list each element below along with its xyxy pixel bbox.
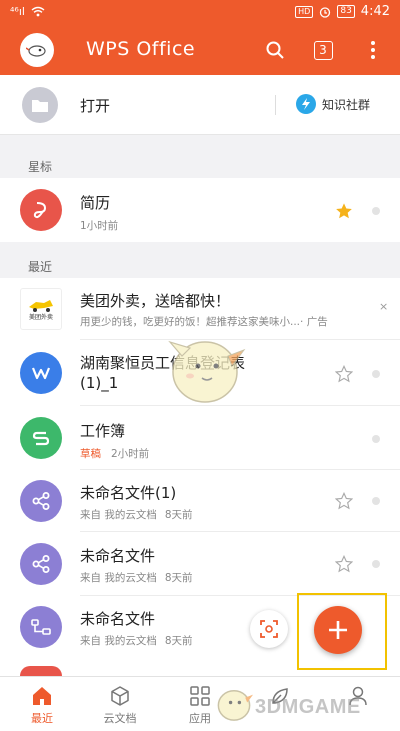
battery-indicator: 83 [337,5,355,18]
star-filled-icon[interactable] [335,202,353,220]
community-label: 知识社群 [322,97,371,112]
ad-logo: 美团外卖 [20,288,62,330]
tabs-button[interactable]: 3 [310,37,336,63]
ad-title: 美团外卖，送啥都快！ [80,292,231,310]
file-name: 未命名文件(1) [80,484,177,502]
file-source: 来自 我的云文档 [80,509,157,521]
share-icon [32,492,50,510]
file-time: 8天前 [164,635,193,647]
file-icon [20,606,62,648]
more-dot[interactable] [372,207,380,215]
open-folder-button[interactable] [22,87,58,123]
grid-icon [190,686,210,706]
file-time: 2小时前 [111,448,150,460]
app-bar: WPS Office 3 [0,25,400,75]
star-outline-icon[interactable] [335,555,353,573]
community-link[interactable]: 知识社群 [296,94,370,114]
scan-icon [260,620,278,638]
share-icon [32,555,50,573]
file-time: 8天前 [164,509,193,521]
sheet-icon [32,431,50,446]
app-title: WPS Office [86,38,196,60]
ad-tag: · 广告 [300,316,328,328]
watermark: 3DMGAME [255,696,361,718]
file-name: 工作簿 [80,422,126,440]
more-dot[interactable] [372,497,380,505]
star-outline-icon[interactable] [335,492,353,510]
more-button[interactable] [360,37,386,63]
more-dot[interactable] [372,370,380,378]
alarm-icon [320,6,331,18]
nav-recent[interactable]: 最近 [12,683,72,726]
list-item[interactable]: 未命名文件(1) 来自 我的云文档 8天前 [0,470,400,532]
file-meta: 1小时前 [80,220,119,232]
mascot-watermark-icon [168,340,246,403]
home-icon [33,687,51,705]
divider [275,95,276,115]
hd-badge: HD [295,5,314,18]
more-dot[interactable] [372,560,380,568]
word-icon [31,367,51,380]
delivery-rider-icon [29,299,53,312]
ad-logo-text: 美团外卖 [28,313,53,321]
file-source: 来自 我的云文档 [80,572,157,584]
file-name: 简历 [80,194,111,212]
mindmap-icon [31,619,51,635]
file-icon [20,480,62,522]
search-button[interactable] [262,37,288,63]
pdf-icon [33,202,47,219]
avatar-icon [26,45,46,57]
recent-section-label: 最近 [28,260,53,274]
avatar[interactable] [20,33,54,67]
new-document-button[interactable] [314,606,362,654]
list-item[interactable]: 简历 1小时前 [0,178,400,242]
signal-indicator: ⁴⁶ıl [10,5,25,18]
file-name-line2: (1)_1 [80,374,119,392]
file-name: 未命名文件 [80,610,156,628]
list-item[interactable]: 工作簿 草稿 2小时前 [0,406,400,470]
scan-button[interactable] [250,610,288,648]
clock: 4:42 [360,4,390,19]
file-icon [20,417,62,459]
nav-cloud-docs[interactable]: 云文档 [90,683,150,726]
more-icon [371,41,375,59]
status-bar: ⁴⁶ıl HD 83 4:42 [0,0,400,25]
bolt-icon [296,94,316,114]
star-outline-icon[interactable] [335,365,353,383]
starred-section-label: 星标 [28,160,53,174]
list-item[interactable]: 未命名文件 来自 我的云文档 8天前 [0,532,400,596]
file-icon [20,352,62,394]
file-icon [20,543,62,585]
nav-label: 云文档 [103,712,137,725]
draft-badge: 草稿 [80,448,101,460]
nav-label: 最近 [31,712,53,725]
plus-icon [329,621,347,639]
cube-icon [111,686,129,706]
file-source: 来自 我的云文档 [80,635,157,647]
file-time: 8天前 [164,572,193,584]
folder-icon [32,99,48,112]
tabs-icon: 3 [313,40,333,60]
more-dot[interactable] [372,435,380,443]
file-name: 未命名文件 [80,547,156,565]
wifi-icon [31,6,45,17]
partial-file-icon [20,666,62,676]
file-icon [20,189,62,231]
open-bar: 打开 知识社群 [0,75,400,135]
mascot-watermark-small-icon [217,690,254,721]
open-label[interactable]: 打开 [80,95,110,116]
ad-close-button[interactable]: × [379,300,388,313]
search-icon [266,41,284,59]
